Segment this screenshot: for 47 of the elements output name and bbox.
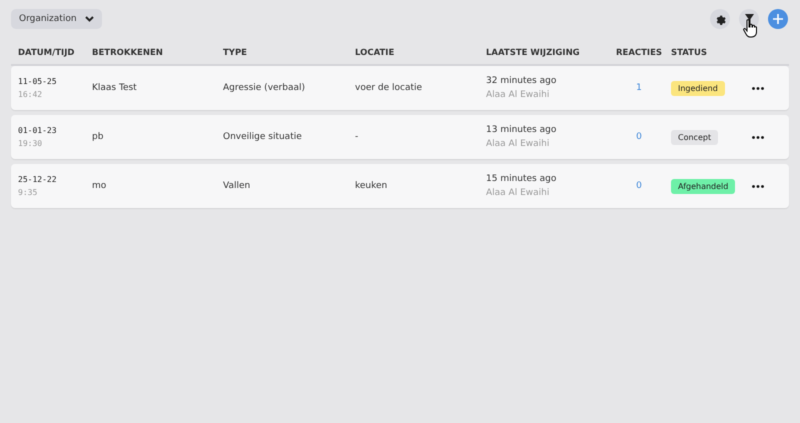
incident-row[interactable]: 01-01-23 19:30 pb Onveilige situatie - 13 minutes ago Alaa Al Ewaihi 0 Concept <box>11 115 789 159</box>
date-text: 25-12-22 <box>18 175 58 184</box>
table-cell-text: keuken <box>355 181 388 191</box>
time-text: 16:42 <box>18 90 44 99</box>
column-header: LOCATIE <box>355 48 396 58</box>
reactions-count[interactable]: 1 <box>636 83 642 93</box>
column-header: LAATSTE WIJZIGING <box>486 48 581 58</box>
modified-time-text: 13 minutes ago <box>486 125 556 135</box>
modified-by-text: Alaa Al Ewaihi <box>486 139 550 149</box>
column-header: REACTIES <box>614 48 664 58</box>
plus-icon <box>773 14 783 24</box>
table-cell-text: pb <box>92 132 104 142</box>
incident-row[interactable]: 25-12-22 9:35 mo Vallen keuken 15 minutes ago Alaa Al Ewaihi 0 Afgehandeld <box>11 164 789 208</box>
date-text: 01-01-23 <box>18 126 58 135</box>
settings-button[interactable] <box>710 9 730 29</box>
table-cell-text: mo <box>92 181 108 191</box>
status-badge: Ingediend <box>671 80 725 96</box>
add-button[interactable] <box>768 9 788 29</box>
more-options-icon <box>752 86 764 90</box>
reactions-count[interactable]: 0 <box>636 132 642 142</box>
modified-time-text: 32 minutes ago <box>486 76 556 86</box>
chevron-down-icon <box>84 16 94 22</box>
table-cell-text: Onveilige situatie <box>223 132 303 142</box>
settings-icon <box>714 14 726 24</box>
column-header: TYPE <box>223 48 248 58</box>
modified-by-text: Alaa Al Ewaihi <box>486 188 550 198</box>
date-text: 11-05-25 <box>18 77 58 86</box>
incident-row[interactable]: 11-05-25 16:42 Klaas Test Agressie (verbaal) voer de locatie 32 minutes ago Alaa Al Ewaihi 1 Ingediend <box>11 66 789 110</box>
modified-by-text: Alaa Al Ewaihi <box>486 90 550 100</box>
status-badge: Afgehandeld <box>671 178 736 194</box>
hand-cursor-icon <box>743 19 757 38</box>
table-cell-text: Vallen <box>223 181 252 191</box>
table-cell-text: Agressie (verbaal) <box>223 83 306 93</box>
table-cell-text: - <box>355 132 360 142</box>
column-header: DATUM/TIJD <box>18 48 76 58</box>
table-cell-text: Klaas Test <box>92 83 138 93</box>
status-badge: Concept <box>671 130 718 144</box>
time-text: 9:35 <box>18 188 38 197</box>
organization-dropdown[interactable]: Organization <box>11 9 102 29</box>
more-options-icon <box>752 136 764 138</box>
table-cell-text: voer de locatie <box>355 83 424 93</box>
column-header: BETROKKENEN <box>92 48 164 58</box>
more-options-icon <box>752 184 764 188</box>
reactions-count[interactable]: 0 <box>636 181 642 191</box>
time-text: 19:30 <box>18 139 44 148</box>
column-header: STATUS <box>671 48 708 58</box>
modified-time-text: 15 minutes ago <box>486 174 556 184</box>
